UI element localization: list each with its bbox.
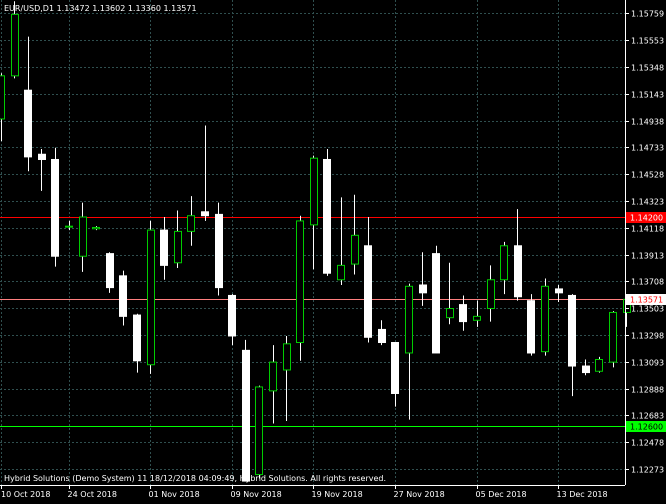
y-tick-label: 1.12273 <box>631 466 664 475</box>
candle-body-down <box>419 284 427 294</box>
candle-body-down <box>527 300 535 354</box>
candle-body-up <box>174 230 182 264</box>
candle <box>432 245 440 354</box>
candle-body-up <box>269 361 277 392</box>
candle-body-up <box>147 229 155 366</box>
candle <box>147 220 155 374</box>
candle-body-down <box>51 158 59 257</box>
price-tag-label-2: 1.12600 <box>630 423 663 432</box>
candle <box>255 385 263 479</box>
candle <box>609 311 617 368</box>
candle <box>541 278 549 356</box>
x-tick-label: 09 Nov 2018 <box>231 490 282 499</box>
y-tick-label: 1.14118 <box>631 225 664 234</box>
candle-body-down <box>24 89 32 158</box>
chart-title: EUR/USD,D1 1.13472 1.13602 1.13360 1.135… <box>4 4 197 13</box>
candle <box>242 339 250 482</box>
candle-body-down <box>582 365 590 374</box>
candle <box>51 147 59 267</box>
candle-body-down <box>514 245 522 298</box>
x-tick-label: 10 Oct 2018 <box>1 490 50 499</box>
chart-footer: Hybrid Solutions (Demo System) 11 18/12/… <box>4 474 386 483</box>
candle-body-down <box>38 153 46 160</box>
candle-body-down <box>378 328 386 344</box>
y-tick-label: 1.13708 <box>631 278 664 287</box>
price-tag-label-1: 1.13571 <box>630 296 663 305</box>
candle-body-up <box>283 343 291 371</box>
y-tick-label: 1.15553 <box>631 37 664 46</box>
candle-body-down <box>364 245 372 338</box>
y-tick-label: 1.15348 <box>631 64 664 73</box>
y-tick-label: 1.13503 <box>631 305 664 314</box>
candle-body-up <box>473 315 481 321</box>
x-tick-label: 05 Dec 2018 <box>476 490 527 499</box>
price-chart[interactable]: 1.15759 1.15553 1.15348 1.15143 1.14938 1.147… <box>0 0 666 500</box>
y-tick-label: 1.14733 <box>631 144 664 153</box>
x-tick-label: 01 Nov 2018 <box>149 490 200 499</box>
candle <box>527 294 535 356</box>
x-tick-label: 13 Dec 2018 <box>557 490 608 499</box>
candle-body-up <box>541 285 549 353</box>
candle-body-down <box>568 294 576 367</box>
candle-body-up <box>79 216 87 257</box>
candle-body-up <box>310 157 318 226</box>
candle-body-up <box>446 308 454 319</box>
candle-body-down <box>228 294 236 337</box>
x-tick-label: 19 Nov 2018 <box>312 490 363 499</box>
candle <box>595 356 603 373</box>
candle-body-up <box>595 359 603 372</box>
y-tick-label: 1.14938 <box>631 118 664 127</box>
y-tick-label: 1.12683 <box>631 412 664 421</box>
candle <box>323 149 331 276</box>
y-tick-label: 1.14528 <box>631 171 664 180</box>
candle-body-up <box>609 311 617 363</box>
candle-body-down <box>106 253 114 289</box>
candle-body-up <box>65 225 73 228</box>
candle-body-down <box>459 304 467 323</box>
candle-body-down <box>242 349 250 482</box>
candle-body-up <box>405 285 413 354</box>
price-tag-label-0: 1.14200 <box>630 214 663 223</box>
candle-body-down <box>160 229 168 266</box>
candle-body-up <box>337 264 345 281</box>
x-tick-label: 27 Nov 2018 <box>394 490 445 499</box>
y-tick-label: 1.14323 <box>631 198 664 207</box>
candle-body-down <box>201 211 209 217</box>
chart-background <box>0 0 666 500</box>
x-tick-label: 24 Oct 2018 <box>68 490 117 499</box>
candle <box>106 252 114 293</box>
candle-body-down <box>432 253 440 354</box>
candle-body-down <box>215 213 223 289</box>
y-tick-label: 1.12478 <box>631 439 664 448</box>
candle-body-up <box>11 13 19 77</box>
candle-body-down <box>119 275 127 317</box>
y-tick-label: 1.13093 <box>631 359 664 368</box>
candle-body-down <box>323 158 331 274</box>
candle-body-down <box>555 288 563 294</box>
candle-body-up <box>92 226 100 230</box>
candle-body-up <box>255 386 263 476</box>
y-tick-label: 1.13298 <box>631 332 664 341</box>
y-tick-label: 1.13913 <box>631 252 664 261</box>
candle-body-down <box>391 342 399 394</box>
candle <box>296 215 304 361</box>
candle-body-up <box>0 75 5 120</box>
candle-body-up <box>487 279 495 310</box>
y-tick-label: 1.15143 <box>631 91 664 100</box>
candle-body-down <box>133 314 141 362</box>
candle-body-up <box>296 220 304 344</box>
y-tick-label: 1.12888 <box>631 386 664 395</box>
candle-body-up <box>351 234 359 265</box>
candle-body-up <box>187 215 195 232</box>
candle-body-up <box>500 245 508 281</box>
candle <box>215 202 223 296</box>
chart-window[interactable]: 1.15759 1.15553 1.15348 1.15143 1.14938 1.147… <box>0 0 666 500</box>
y-tick-label: 1.15759 <box>631 10 664 19</box>
